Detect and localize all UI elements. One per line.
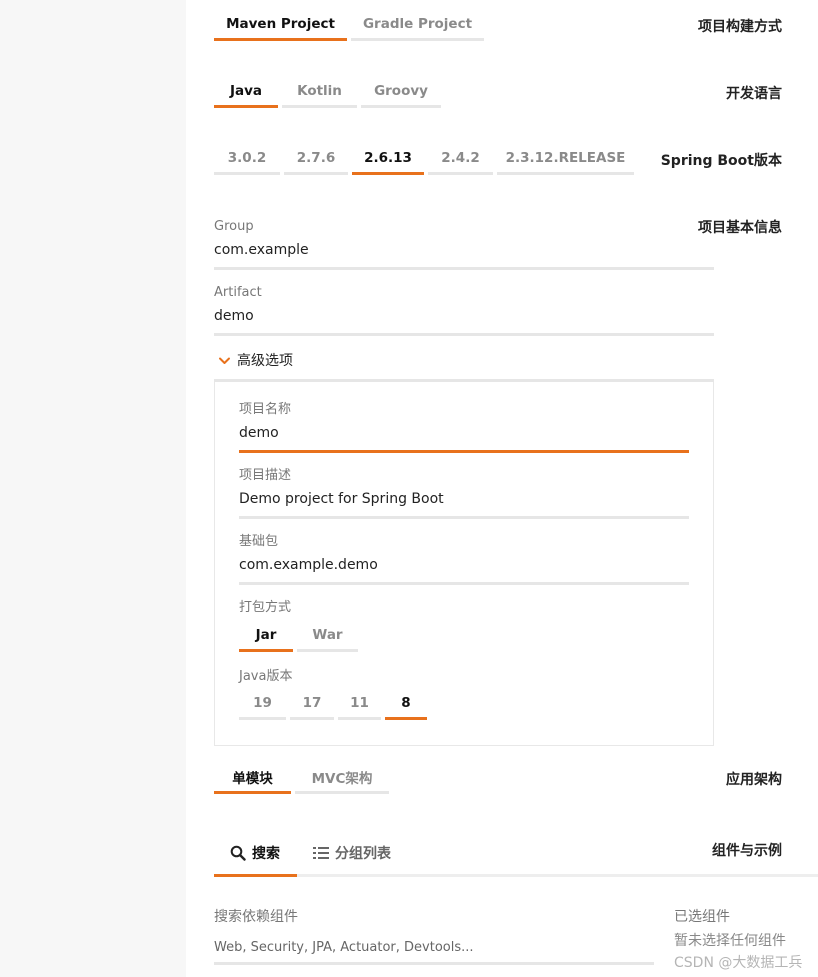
sidebar-panel xyxy=(0,0,186,977)
option-boot-3-0-2[interactable]: 3.0.2 xyxy=(214,144,280,175)
label-build-type: 项目构建方式 xyxy=(698,19,782,35)
packaging-selector: Jar War xyxy=(239,621,358,652)
group-underline xyxy=(214,267,714,270)
advanced-options-toggle[interactable]: 高级选项 xyxy=(218,350,293,370)
project-name-input[interactable]: demo xyxy=(239,422,689,444)
option-groovy[interactable]: Groovy xyxy=(361,77,441,108)
tab-group-list[interactable]: 分组列表 xyxy=(297,832,407,877)
label-boot-version: Spring Boot版本 xyxy=(660,153,782,169)
label-language: 开发语言 xyxy=(726,86,782,102)
advanced-options-label: 高级选项 xyxy=(237,353,293,369)
option-java-11[interactable]: 11 xyxy=(338,689,381,720)
selected-components-empty: 暂未选择任何组件 xyxy=(674,933,786,949)
selected-components-title: 已选组件 xyxy=(674,909,730,925)
base-package-label: 基础包 xyxy=(239,534,279,549)
project-name-field[interactable]: 项目名称 demo xyxy=(239,401,689,453)
project-name-underline xyxy=(239,450,689,453)
option-boot-2-4-2[interactable]: 2.4.2 xyxy=(428,144,493,175)
packaging-label: 打包方式 xyxy=(239,600,292,615)
label-architecture: 应用架构 xyxy=(726,772,782,788)
chevron-down-icon xyxy=(219,357,230,364)
option-gradle-project[interactable]: Gradle Project xyxy=(351,10,484,41)
base-package-input[interactable]: com.example.demo xyxy=(239,554,689,576)
option-java[interactable]: Java xyxy=(214,77,278,108)
option-single-module[interactable]: 单模块 xyxy=(214,763,291,794)
option-maven-project[interactable]: Maven Project xyxy=(214,10,347,41)
packaging-group: 打包方式 xyxy=(239,599,291,617)
artifact-field[interactable]: Artifact demo xyxy=(214,284,714,336)
project-name-label: 项目名称 xyxy=(239,402,292,417)
search-icon xyxy=(230,845,246,861)
group-input[interactable]: com.example xyxy=(214,239,714,261)
dependency-tabs: 搜索 分组列表 xyxy=(214,832,407,877)
option-boot-2-3-12[interactable]: 2.3.12.RELEASE xyxy=(497,144,634,175)
artifact-label: Artifact xyxy=(214,285,262,300)
tab-search-label: 搜索 xyxy=(252,846,280,862)
dependency-search-input[interactable] xyxy=(214,934,654,960)
artifact-input[interactable]: demo xyxy=(214,305,714,327)
dependency-search-label: 搜索依赖组件 xyxy=(214,909,298,925)
tab-search[interactable]: 搜索 xyxy=(214,832,297,877)
project-description-field[interactable]: 项目描述 Demo project for Spring Boot xyxy=(239,467,689,519)
architecture-selector: 单模块 MVC架构 xyxy=(214,763,389,794)
option-java-17[interactable]: 17 xyxy=(290,689,334,720)
java-version-group: Java版本 xyxy=(239,668,292,686)
artifact-underline xyxy=(214,333,714,336)
group-field[interactable]: Group com.example xyxy=(214,218,714,270)
option-kotlin[interactable]: Kotlin xyxy=(282,77,357,108)
option-war[interactable]: War xyxy=(297,621,358,652)
base-package-field[interactable]: 基础包 com.example.demo xyxy=(239,533,689,585)
java-version-selector: 19 17 11 8 xyxy=(239,689,427,720)
list-icon xyxy=(313,847,329,859)
build-type-selector: Maven Project Gradle Project xyxy=(214,10,484,41)
label-dependencies: 组件与示例 xyxy=(712,843,782,859)
project-description-underline xyxy=(239,516,689,519)
project-description-label: 项目描述 xyxy=(239,468,292,483)
boot-version-selector: 3.0.2 2.7.6 2.6.13 2.4.2 2.3.12.RELEASE xyxy=(214,144,634,175)
project-description-input[interactable]: Demo project for Spring Boot xyxy=(239,488,689,510)
option-boot-2-7-6[interactable]: 2.7.6 xyxy=(284,144,348,175)
language-selector: Java Kotlin Groovy xyxy=(214,77,441,108)
option-jar[interactable]: Jar xyxy=(239,621,293,652)
tab-group-list-label: 分组列表 xyxy=(335,846,391,862)
watermark: CSDN @大数据工兵 xyxy=(674,955,803,971)
group-label: Group xyxy=(214,219,254,234)
option-boot-2-6-13[interactable]: 2.6.13 xyxy=(352,144,424,175)
dependency-search-underline xyxy=(214,962,654,965)
option-mvc-architecture[interactable]: MVC架构 xyxy=(295,763,389,794)
option-java-19[interactable]: 19 xyxy=(239,689,286,720)
java-version-label: Java版本 xyxy=(239,669,293,684)
option-java-8[interactable]: 8 xyxy=(385,689,427,720)
base-package-underline xyxy=(239,582,689,585)
tabs-baseline xyxy=(297,874,818,877)
